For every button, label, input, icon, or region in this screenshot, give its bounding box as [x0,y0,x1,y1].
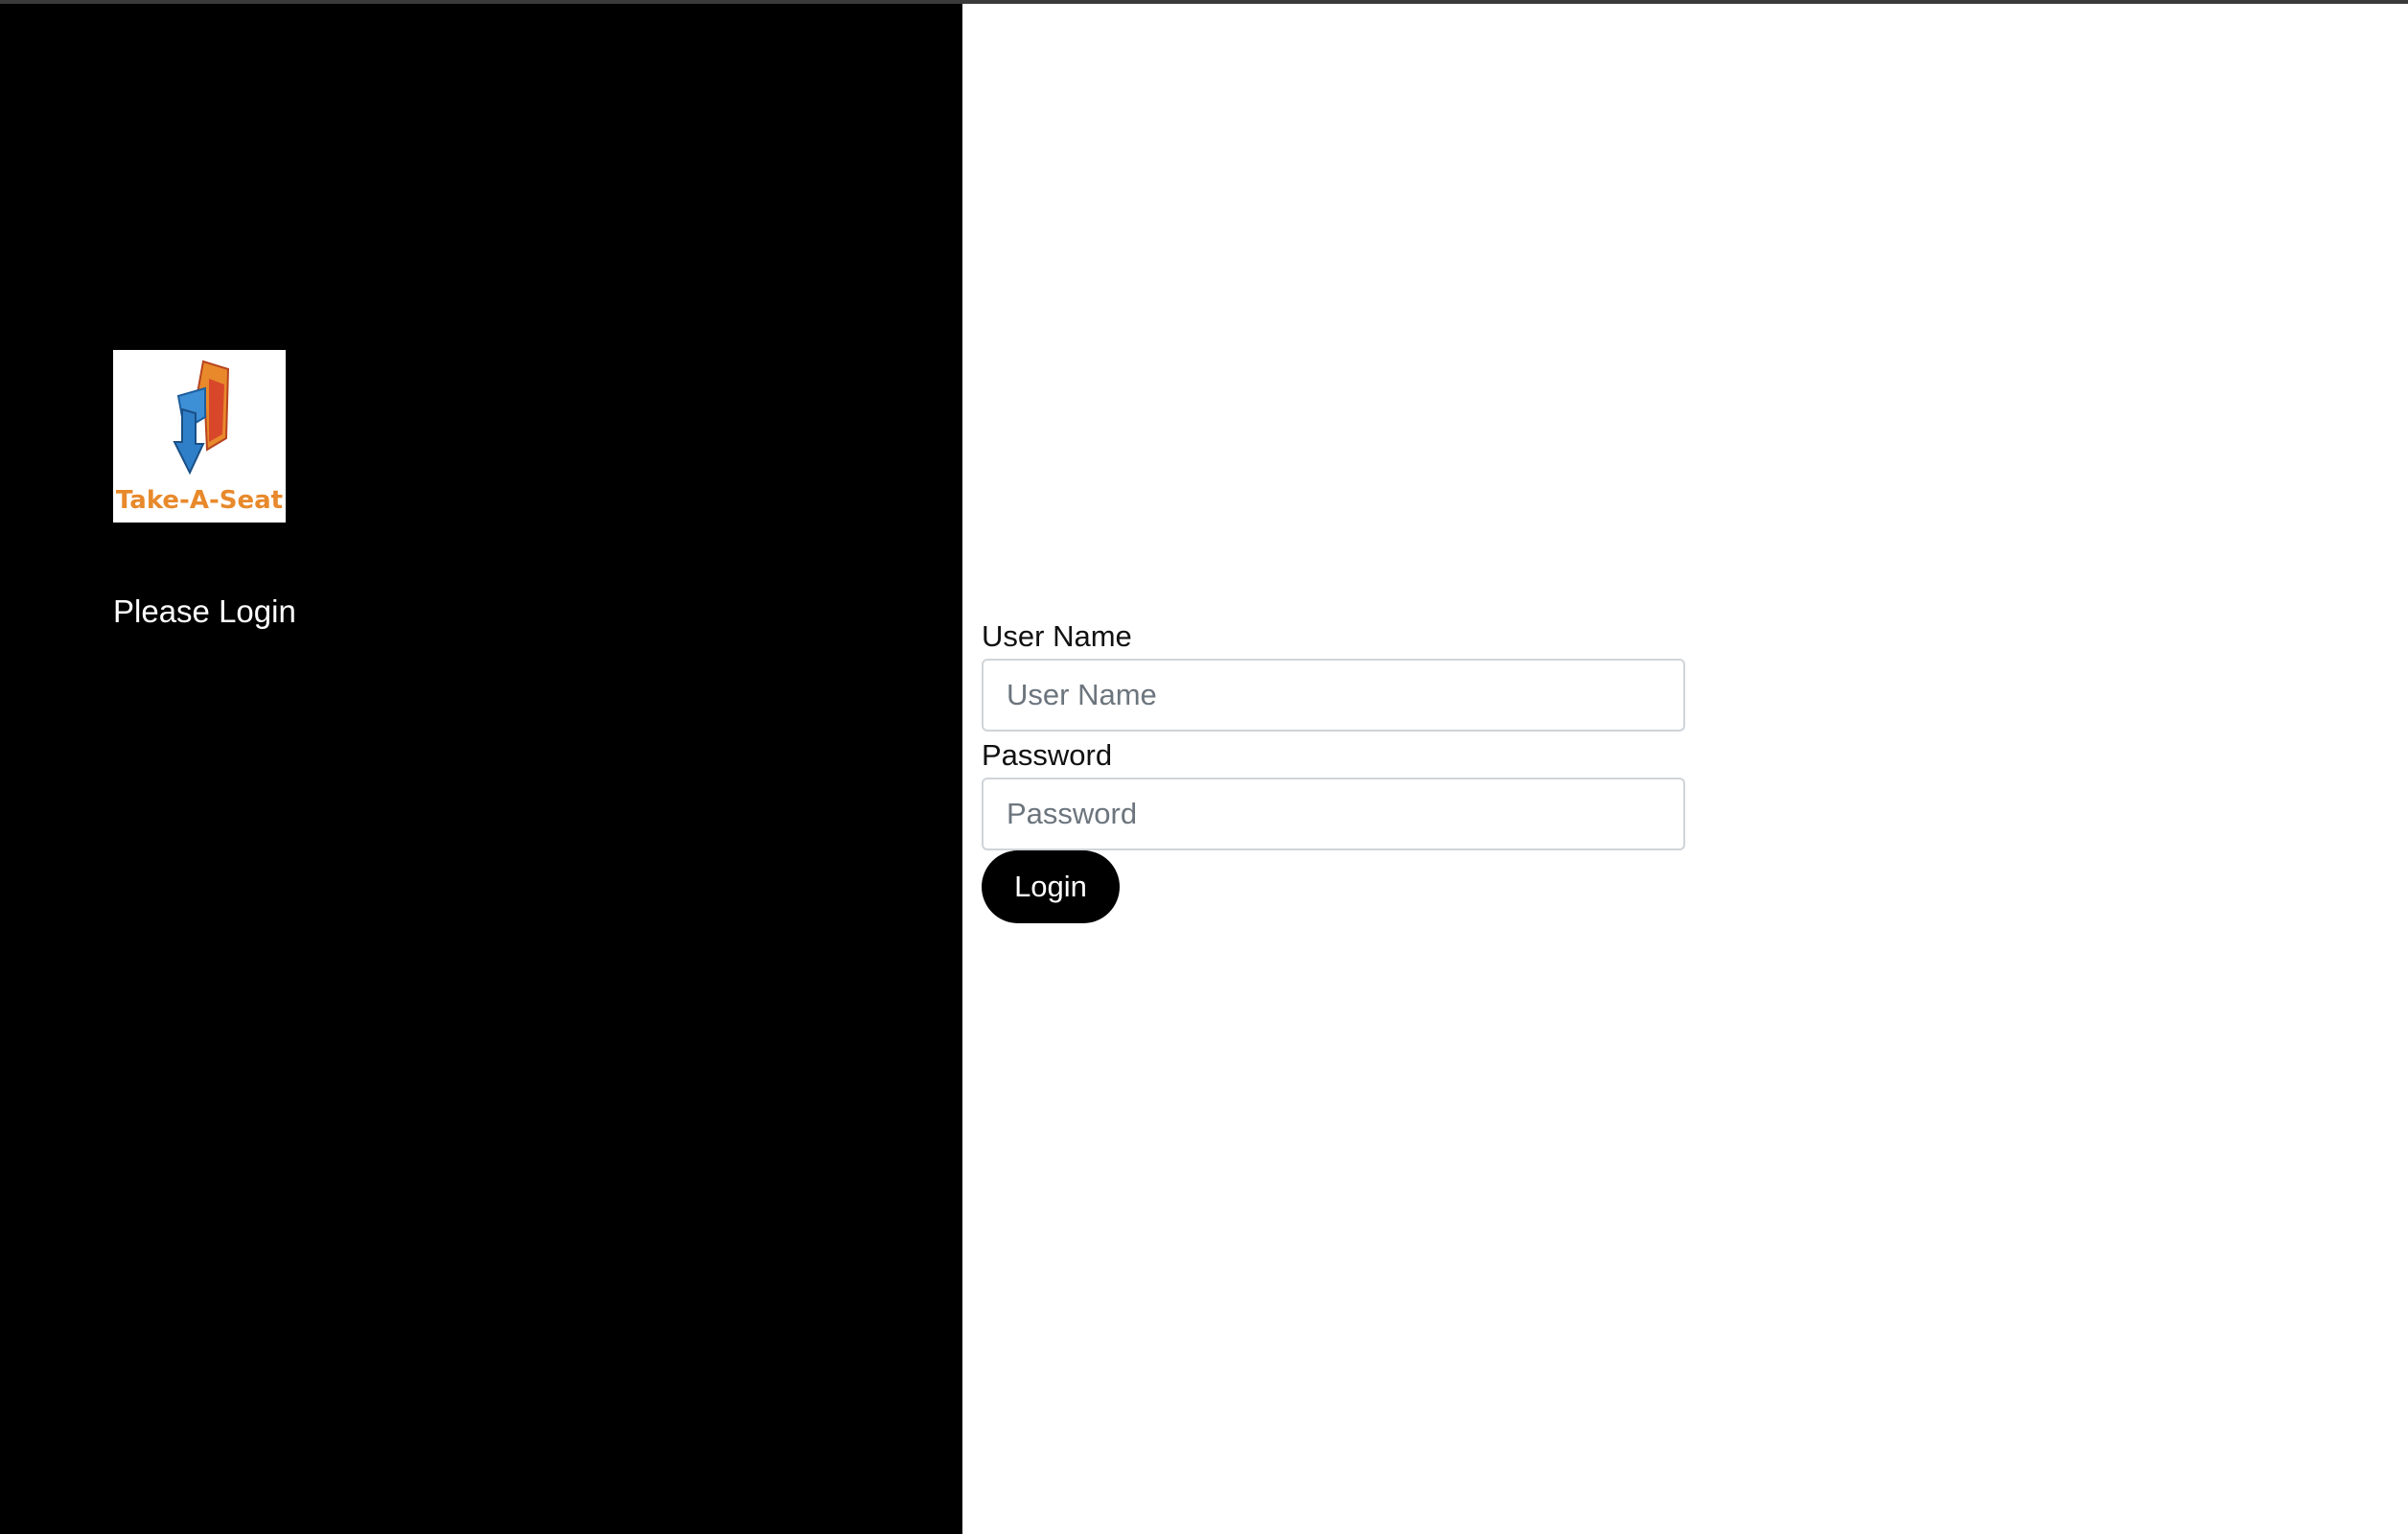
login-button[interactable]: Login [982,850,1120,923]
chair-arrow-icon: Take-A-Seat [116,360,283,515]
login-panel [962,4,2408,1534]
username-input[interactable] [982,659,1685,732]
password-label: Password [982,738,1113,772]
username-label: User Name [982,619,1132,653]
logo-text: Take-A-Seat [116,486,283,515]
password-input[interactable] [982,778,1685,850]
brand-logo: Take-A-Seat [113,350,286,523]
login-prompt: Please Login [113,593,296,629]
left-sidebar: Take-A-Seat Please Login [0,4,962,1534]
